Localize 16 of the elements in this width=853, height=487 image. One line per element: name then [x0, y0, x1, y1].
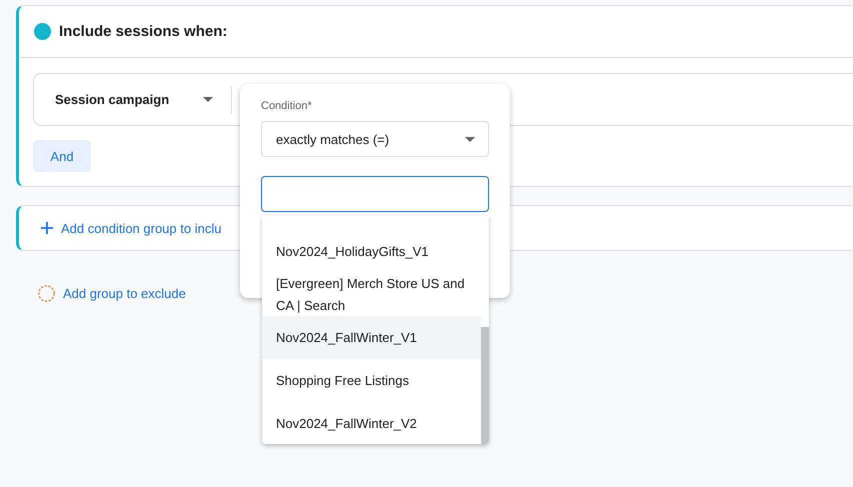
condition-label: Condition*	[261, 100, 313, 112]
plus-icon	[41, 222, 53, 234]
caret-icon	[203, 97, 214, 102]
dashed-circle-icon	[38, 285, 55, 302]
add-exclude-group-link[interactable]: Add group to exclude	[38, 285, 186, 302]
suggestion-item[interactable]: Nov2024_FallWinter_V1	[262, 316, 481, 359]
add-condition-group-link[interactable]: Add condition group to inclu	[41, 220, 222, 236]
and-button[interactable]: And	[33, 140, 91, 172]
caret-icon	[465, 136, 475, 142]
suggestion-item[interactable]: Nov2024_FallWinter_V2	[262, 402, 481, 444]
dimension-select[interactable]: Session campaign	[34, 86, 232, 114]
condition-select[interactable]: exactly matches (=)	[261, 121, 489, 157]
value-input-field[interactable]	[261, 176, 489, 212]
card-title: Include sessions when:	[59, 23, 228, 40]
status-dot	[34, 23, 51, 40]
scrollbar-thumb[interactable]	[481, 327, 489, 444]
